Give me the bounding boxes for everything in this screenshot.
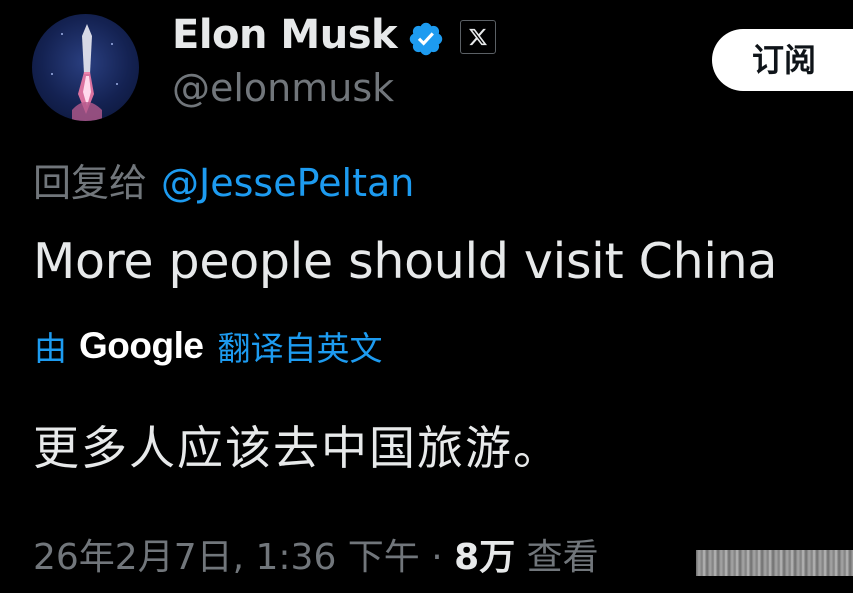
reply-context: 回复给 @JessePeltan <box>33 152 414 207</box>
google-logo: Google <box>79 325 204 366</box>
tweet-timestamp[interactable]: 26年2月7日, 1:36 下午 · <box>33 537 443 578</box>
display-name[interactable]: Elon Musk <box>172 12 398 58</box>
view-count: 8万 <box>454 537 516 578</box>
watermark-overlay <box>696 550 853 576</box>
reply-prefix: 回复给 <box>33 161 148 205</box>
verified-badge-icon[interactable] <box>407 20 445 58</box>
translation-attribution[interactable]: 由 Google 翻译自英文 <box>34 322 382 370</box>
translate-by-label: 由 <box>34 329 67 368</box>
avatar[interactable] <box>32 14 139 121</box>
x-logo-icon[interactable] <box>460 20 496 54</box>
rocket-launch-avatar-icon <box>51 24 118 121</box>
reply-target-link[interactable]: @JessePeltan <box>161 161 414 205</box>
tweet-text: More people should visit China <box>33 233 778 290</box>
translated-text: 更多人应该去中国旅游。 <box>33 421 561 475</box>
translate-source-label[interactable]: 翻译自英文 <box>217 322 382 370</box>
handle[interactable]: @elonmusk <box>172 66 394 110</box>
tweet-metadata: 26年2月7日, 1:36 下午 · 8万 查看 <box>33 528 599 580</box>
subscribe-button[interactable]: 订阅 <box>712 29 853 91</box>
view-label: 查看 <box>526 537 599 578</box>
